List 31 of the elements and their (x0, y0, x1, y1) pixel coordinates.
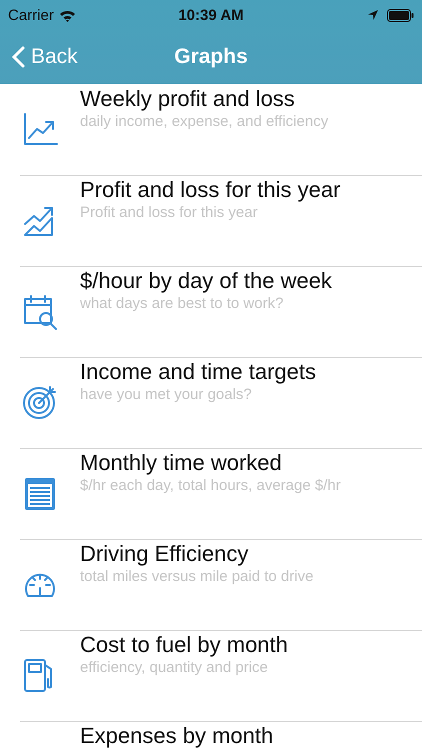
graph-list-item[interactable]: Profit and loss for this year Profit and loss for this year (0, 175, 422, 266)
item-subtitle: Profit and loss for this year (80, 203, 258, 223)
graph-list-item[interactable]: Monthly time worked $/hr each day, total hours, average $/hr (0, 448, 422, 539)
graph-list-item[interactable]: Expenses by month (0, 721, 422, 749)
graph-list-item[interactable]: Income and time targets have you met your goals? (0, 357, 422, 448)
item-subtitle: efficiency, quantity and price (80, 658, 268, 678)
status-time: 10:39 AM (178, 6, 244, 24)
item-subtitle: have you met your goals? (80, 385, 252, 405)
graph-list-item[interactable]: Weekly profit and loss daily income, expense, and efficiency (0, 84, 422, 175)
item-title: Income and time targets (80, 358, 316, 385)
location-arrow-icon (367, 9, 379, 21)
item-subtitle: total miles versus mile paid to drive (80, 567, 314, 587)
item-title: Monthly time worked (80, 449, 282, 476)
item-title: Driving Efficiency (80, 540, 248, 567)
graph-list-item[interactable]: Driving Efficiency total miles versus mile paid to drive (0, 539, 422, 630)
graph-list-item[interactable]: Cost to fuel by month efficiency, quantity and price (0, 630, 422, 721)
carrier-label: Carrier (8, 6, 54, 24)
item-title: $/hour by day of the week (80, 267, 332, 294)
item-title: Profit and loss for this year (80, 176, 340, 203)
item-title: Cost to fuel by month (80, 631, 288, 658)
calendar-search-icon (22, 292, 60, 330)
item-subtitle: $/hr each day, total hours, average $/hr (80, 476, 341, 496)
item-subtitle: daily income, expense, and efficiency (80, 112, 328, 132)
item-subtitle: what days are best to to work? (80, 294, 284, 314)
item-title: Weekly profit and loss (80, 85, 295, 112)
chevron-left-icon (12, 46, 25, 68)
screen-title: Graphs (174, 45, 248, 69)
wifi-icon (58, 8, 76, 22)
graph-list-item[interactable]: $/hour by day of the week what days are best to to work? (0, 266, 422, 357)
battery-icon (387, 8, 414, 22)
item-title: Expenses by month (80, 722, 274, 749)
